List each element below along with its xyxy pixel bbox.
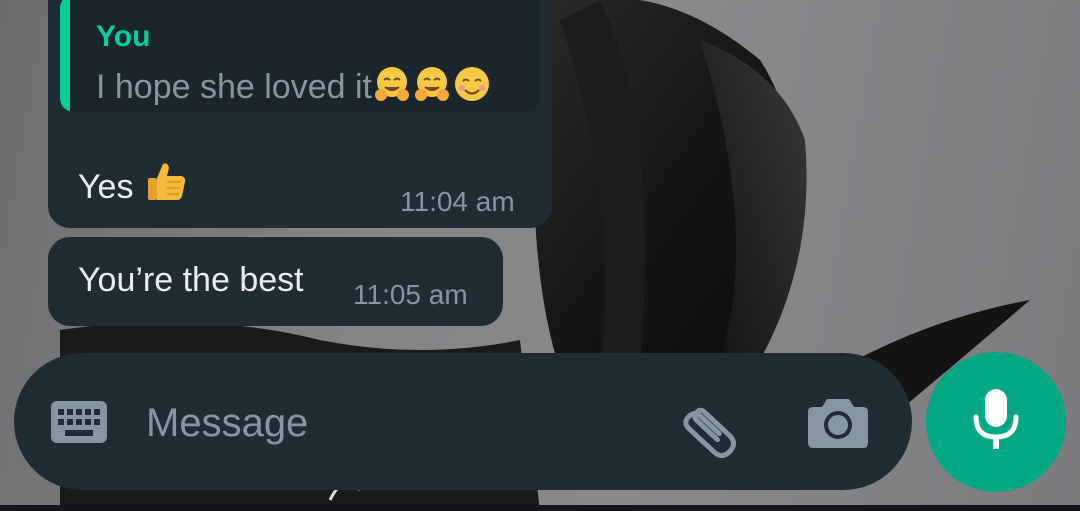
quote-text-line: I hope she loved it [96,64,492,112]
message-bubble[interactable]: You’re the best 11:05 am [48,237,503,326]
message-input[interactable] [144,395,628,451]
thumbs-up-emoji [143,158,189,213]
keyboard-icon[interactable] [48,395,110,449]
hugging-face-emoji [372,64,412,112]
paperclip-icon[interactable] [672,391,744,463]
message-timestamp: 11:05 am [353,279,468,310]
camera-icon[interactable] [802,391,874,453]
quote-author: You [96,20,151,53]
voice-message-button[interactable] [926,352,1066,492]
hugging-face-emoji [412,64,452,112]
message-text: Yes [78,168,134,206]
message-timestamp: 11:04 am [400,186,515,217]
message-text: You’re the best [78,261,304,299]
bottom-edge [0,505,1080,511]
message-text-line: Yes [78,158,189,213]
message-composer [14,353,912,490]
message-bubble[interactable]: You I hope she loved it Yes 11:04 am [48,0,552,228]
quote-text: I hope she loved it [96,68,372,106]
microphone-icon [971,387,1021,458]
smiling-face-emoji [452,64,492,112]
quoted-reply[interactable]: You I hope she loved it [60,0,540,112]
quote-accent-bar [60,0,70,112]
